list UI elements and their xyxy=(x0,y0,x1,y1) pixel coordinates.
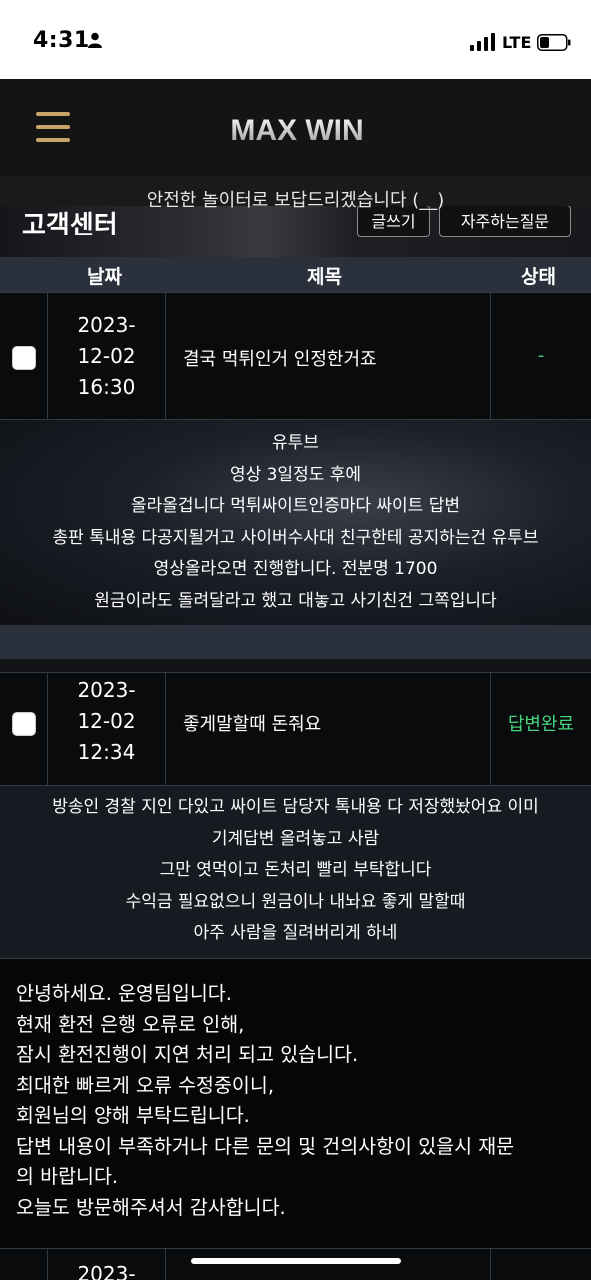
signal-icon xyxy=(470,33,495,51)
column-header-date: 날짜 xyxy=(87,266,122,288)
notice-text: 안전한 놀이터로 보답드리겠습니다 (__) xyxy=(146,190,445,211)
row-title[interactable]: 결국 먹튀인거 인정한거죠 xyxy=(183,345,377,371)
row-checkbox[interactable] xyxy=(12,712,36,736)
max-win-logo[interactable]: MAX WIN xyxy=(220,108,375,148)
column-header-status: 상태 xyxy=(521,266,556,288)
network-type: LTE xyxy=(502,33,532,52)
menu-icon[interactable] xyxy=(36,112,70,142)
column-header-title: 제목 xyxy=(307,266,342,288)
row-separator xyxy=(0,625,591,659)
status-bar: 4:31 LTE xyxy=(0,0,591,79)
row-date: 2023- 12-02 16:30 xyxy=(77,313,136,399)
post-content: 방송인 경찰 지인 다있고 싸이트 담당자 톡내용 다 저장했놨어요 이미 기계… xyxy=(0,786,591,958)
row-checkbox[interactable] xyxy=(12,346,36,370)
post-content: 유투브 영상 3일정도 후에 올라올겁니다 먹튀싸이트인증마다 싸이트 답변 총… xyxy=(0,420,591,625)
status-time: 4:31 xyxy=(33,28,90,53)
person-icon xyxy=(88,32,102,48)
row-date: 2023- xyxy=(77,1262,136,1286)
row-status: - xyxy=(537,345,545,366)
row-status: 답변완료 xyxy=(507,714,575,735)
row-date: 2023- 12-02 12:34 xyxy=(77,678,136,764)
logo-text: MAX WIN xyxy=(230,114,363,147)
home-indicator[interactable] xyxy=(191,1258,401,1264)
admin-answer: 안녕하세요. 운영팀입니다. 현재 환전 은행 오류로 인해, 잠시 환전진행이… xyxy=(0,958,591,1248)
row-title[interactable]: 좋게말할때 돈줘요 xyxy=(183,710,321,736)
battery-icon xyxy=(537,34,571,51)
